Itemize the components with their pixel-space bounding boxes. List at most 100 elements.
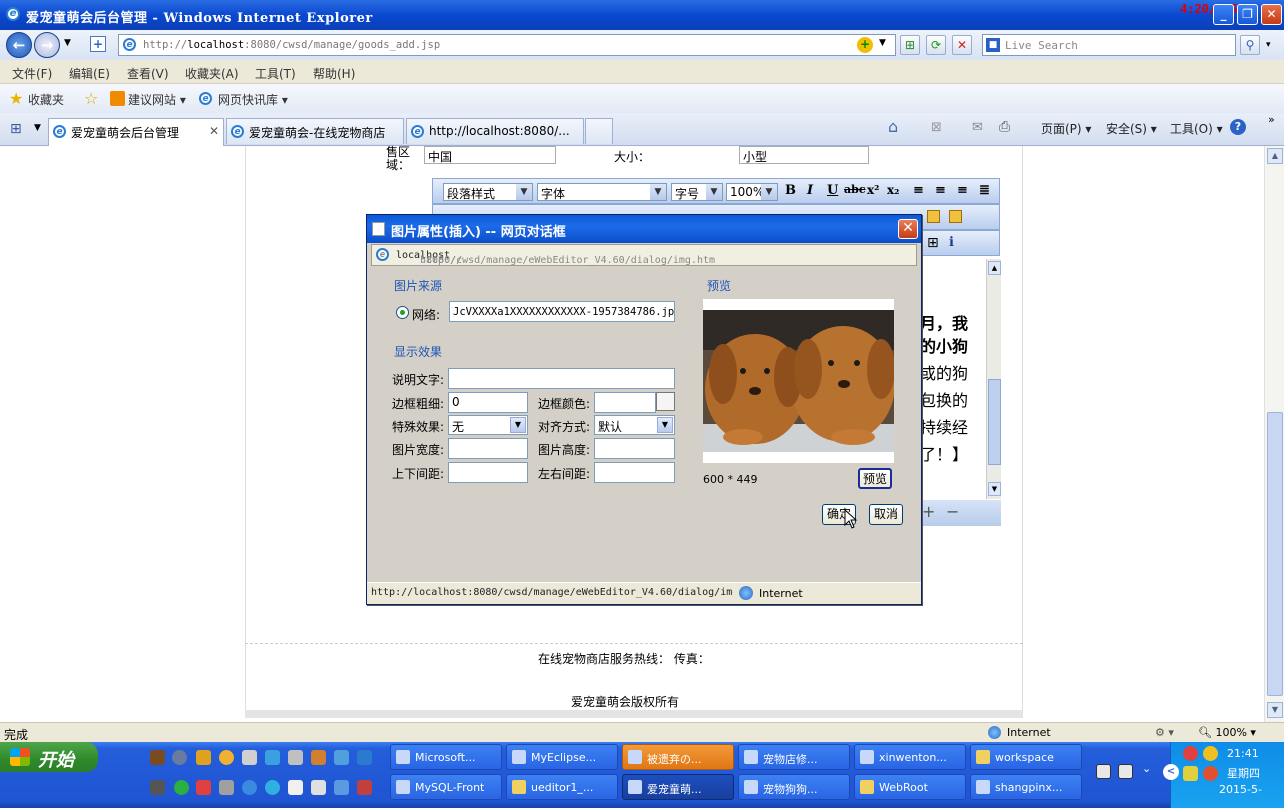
quicklaunch-icon[interactable] [172,750,187,765]
underline-icon[interactable]: U [827,183,838,198]
quicklaunch-icon[interactable] [219,750,234,765]
strikethrough-icon[interactable]: abc [844,183,866,196]
quicklaunch-icon[interactable] [219,780,234,795]
mail-icon[interactable]: ✉ [972,120,983,135]
quicklaunch-icon[interactable] [196,780,211,795]
taskbar-button[interactable]: Microsoft... [390,744,502,770]
address-dropdown-icon[interactable]: ▼ [879,38,886,48]
quicklaunch-icon[interactable] [288,750,303,765]
font-size-select[interactable]: 字号 ▼ [671,183,723,201]
feeds-icon[interactable]: ⊠ [931,120,942,135]
zoom-level[interactable]: 🔍︎ 100% ▾ [1198,726,1256,739]
add-favorite-icon[interactable]: ☆ [84,89,98,108]
start-button[interactable]: 开始 [0,742,98,772]
tray-icon[interactable] [1183,766,1198,781]
copy-icon[interactable] [927,210,940,223]
tab-list-dropdown-icon[interactable]: ▼ [34,123,41,133]
help-tray-icon[interactable] [1118,764,1133,779]
search-dropdown-icon[interactable]: ▾ [1266,40,1271,50]
history-dropdown-icon[interactable]: ▼ [64,38,71,48]
paragraph-style-select[interactable]: 段落样式 ▼ [443,183,533,201]
image-width-input[interactable] [448,438,528,459]
superscript-icon[interactable]: x² [867,183,879,197]
special-effect-select[interactable]: 无 ▼ [448,415,528,435]
home-icon[interactable]: ⌂ [888,117,898,136]
scroll-up-icon[interactable]: ▲ [1267,148,1283,164]
scroll-up-icon[interactable]: ▲ [988,261,1001,275]
taskbar-button[interactable]: shangpinx... [970,774,1082,800]
stop-icon[interactable]: ✕ [952,35,972,55]
color-picker-icon[interactable] [656,392,675,411]
quicklaunch-icon[interactable] [311,780,326,795]
new-tab-button[interactable] [585,118,613,144]
address-field[interactable]: e http://localhost:8080/cwsd/manage/good… [118,34,896,56]
quicklaunch-icon[interactable] [357,750,372,765]
paste-icon[interactable] [949,210,962,223]
quicklaunch-icon[interactable] [196,750,211,765]
help-icon[interactable]: ? [1230,119,1246,135]
quicklaunch-icon[interactable] [242,780,257,795]
menu-help[interactable]: 帮助(H) [313,65,355,82]
shrink-icon[interactable]: − [946,502,959,521]
taskbar-button[interactable]: MyEclipse... [506,744,618,770]
maximize-button[interactable]: ❐ [1237,4,1258,25]
menu-tools[interactable]: 工具(T) [255,65,296,82]
compat-icon[interactable]: + [857,37,873,53]
close-tab-icon[interactable]: ✕ [209,124,219,138]
tray-icon[interactable] [1183,746,1198,761]
taskbar-button[interactable]: 宠物狗狗... [738,774,850,800]
taskbar-button[interactable]: xinwenton... [854,744,966,770]
search-icon[interactable]: ⚲ [1240,35,1260,55]
dialog-title-bar[interactable]: 图片属性(插入) -- 网页对话框 [367,215,921,243]
quicklaunch-icon[interactable] [150,780,165,795]
area-input[interactable]: 中国 [424,146,556,164]
info-icon[interactable]: ℹ [949,235,954,250]
scroll-down-icon[interactable]: ▼ [1267,702,1283,718]
scroll-thumb[interactable] [988,379,1001,465]
language-bar-icon[interactable] [1096,764,1111,779]
refresh-icon[interactable]: ⟳ [926,35,946,55]
tray-icon[interactable] [1203,746,1218,761]
taskbar-button[interactable]: ueditor1_... [506,774,618,800]
tab-admin[interactable]: e 爱宠童萌会后台管理 ✕ [48,118,224,146]
border-color-input[interactable] [594,392,656,413]
taskbar-button[interactable]: 爱宠童萌... [622,774,734,800]
favorites-button[interactable]: 收藏夹 [28,91,64,108]
quicklaunch-icon[interactable] [242,750,257,765]
italic-icon[interactable]: I [807,183,813,198]
menu-file[interactable]: 文件(F) [12,65,52,82]
menu-edit[interactable]: 编辑(E) [69,65,110,82]
bold-icon[interactable]: B [785,183,796,198]
tray-options-icon[interactable]: ⌄ [1142,762,1151,775]
new-tab-icon[interactable]: + [90,36,106,52]
network-radio[interactable] [396,306,409,319]
protected-mode-icon[interactable]: ⚙ ▾ [1155,726,1174,739]
quicklaunch-icon[interactable] [265,780,280,795]
forward-button[interactable]: → [34,32,60,58]
window-title-bar[interactable]: e 爱宠童萌会后台管理 - Windows Internet Explorer … [0,0,1284,30]
taskbar-button[interactable]: 宠物店修... [738,744,850,770]
quicklaunch-icon[interactable] [357,780,372,795]
close-window-button[interactable]: ✕ [1261,4,1282,25]
subscript-icon[interactable]: x₂ [887,183,899,197]
tab-shop[interactable]: e 爱宠童萌会-在线宠物商店 [226,118,404,144]
tray-collapse-icon[interactable]: < [1163,764,1179,780]
page-scrollbar[interactable]: ▲ ▼ [1264,146,1284,722]
tray-time[interactable]: 21:41 [1227,747,1259,760]
enlarge-icon[interactable]: + [922,502,935,521]
menu-view[interactable]: 查看(V) [127,65,169,82]
preview-button[interactable]: 预览 [858,468,892,489]
border-width-input[interactable]: 0 [448,392,528,413]
back-button[interactable]: ← [6,32,32,58]
safety-menu[interactable]: 安全(S) ▾ [1106,120,1157,137]
quicklaunch-icon[interactable] [288,780,303,795]
vspace-input[interactable] [448,462,528,483]
taskbar-button[interactable]: WebRoot [854,774,966,800]
font-select[interactable]: 字体 ▼ [537,183,667,201]
quick-tabs-icon[interactable]: ⊞ [10,121,22,137]
zoom-select[interactable]: 100% ▼ [726,183,778,201]
quicklaunch-icon[interactable] [334,780,349,795]
print-icon[interactable]: ⎙ [999,119,1010,135]
taskbar-button[interactable]: MySQL-Front [390,774,502,800]
align-select[interactable]: 默认 ▼ [594,415,675,435]
